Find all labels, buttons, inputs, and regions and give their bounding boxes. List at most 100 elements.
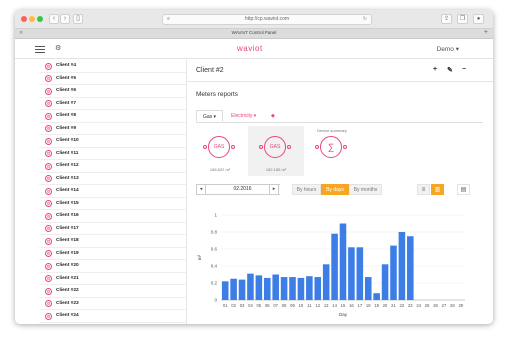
client-icon: ⚙ — [45, 150, 52, 157]
sidebar-item-label: Client #7 — [56, 100, 76, 106]
gear-icon[interactable]: ⚙ — [55, 44, 61, 52]
sidebar-item-client[interactable]: ⚙ Client #16 — [39, 210, 186, 223]
sidebar-item-client[interactable]: ⚙ Client #17 — [39, 223, 186, 235]
edit-icon[interactable]: ✎ — [447, 66, 453, 74]
forward-button[interactable]: › — [60, 14, 70, 24]
client-list: ⚙ Client #4 ⚙ Client #5 ⚙ Client #6 ⚙ Client #7… — [39, 60, 187, 324]
x-tick-label: 19 — [374, 303, 379, 308]
client-icon: ⚙ — [45, 200, 52, 207]
address-bar[interactable]: ≡ http://cp.waviot.com ↻ — [162, 14, 372, 25]
sidebar-item-client[interactable]: ⚙ Client #13 — [39, 173, 186, 185]
gas-meter-icon: GAS — [208, 136, 230, 158]
sidebar-item-client[interactable]: ⚙ Client #10 — [39, 135, 186, 148]
reader-icon[interactable]: ≡ — [167, 15, 170, 24]
reload-icon[interactable]: ↻ — [363, 15, 367, 24]
sidebar-toggle-icon[interactable]: ▯ — [73, 14, 83, 24]
sidebar-item-client[interactable]: ⚙ Client #22 — [39, 285, 186, 298]
extension-icon[interactable]: ● — [473, 14, 484, 24]
maximize-window-button[interactable] — [37, 16, 43, 22]
x-tick-label: 29 — [458, 303, 463, 308]
bar — [272, 274, 279, 300]
sidebar-item-client[interactable]: ⚙ Client #14 — [39, 185, 186, 198]
period-by-days[interactable]: By days — [321, 184, 349, 195]
y-tick-label: 0.6 — [211, 247, 218, 252]
chart-view-icon[interactable]: ▥ — [431, 184, 444, 195]
x-tick-label: 25 — [425, 303, 430, 308]
sidebar-item-label: Client #11 — [56, 150, 79, 156]
meter-connector-icon — [315, 145, 319, 149]
sidebar-item-client[interactable]: ⚙ Client #20 — [39, 260, 186, 273]
next-month-button[interactable]: ▸ — [269, 184, 279, 195]
meter-connector-icon — [259, 145, 263, 149]
sidebar-item-label: Client #20 — [56, 263, 79, 268]
list-view-icon[interactable]: ≡ — [417, 184, 430, 195]
user-menu-dropdown[interactable]: Demo ▾ — [437, 45, 459, 53]
client-icon: ⚙ — [45, 275, 52, 282]
meter-card-2[interactable]: GAS 182,185 m³ — [248, 126, 304, 176]
bar — [297, 277, 305, 300]
sidebar-item-client[interactable]: ⚙ Client #15 — [39, 198, 186, 210]
new-tab-icon[interactable]: + — [484, 29, 488, 36]
client-icon: ⚙ — [45, 187, 52, 195]
sidebar-item-client[interactable]: ⚙ Client #19 — [39, 248, 186, 260]
consumption-chart: 0 0.2 0.4 0.6 0.8 1 01 02 03 04 05 06 07 08 09 10 11 12 13… — [197, 213, 465, 317]
add-resource-icon[interactable]: ◆ — [265, 110, 281, 122]
x-tick-label: 20 — [383, 303, 388, 308]
sidebar-item-client[interactable]: ⚙ Client #5 — [39, 73, 186, 85]
back-button[interactable]: ‹ — [49, 14, 59, 24]
meter-card-1[interactable]: GAS 166,622 m³ — [192, 126, 248, 176]
client-icon: ⚙ — [45, 162, 52, 170]
hamburger-menu-icon[interactable] — [35, 46, 45, 53]
tab-gas[interactable]: Gas ▾ — [196, 110, 224, 122]
meter-card-summary[interactable]: Device summary ∑ — [304, 126, 360, 176]
sidebar-item-client[interactable]: ⚙ Client #24 — [39, 310, 186, 323]
remove-icon[interactable]: − — [462, 66, 466, 73]
tabs-overview-icon[interactable]: ❐ — [457, 14, 468, 24]
client-icon: ⚙ — [45, 100, 52, 107]
add-icon[interactable]: + — [433, 66, 437, 73]
tab-electricity[interactable]: Electricity ▾ — [225, 110, 262, 122]
x-tick-label: 28 — [450, 303, 455, 308]
x-tick-label: 09 — [290, 303, 295, 308]
sidebar-item-client[interactable]: ⚙ Client #23 — [39, 298, 186, 310]
minimize-window-button[interactable] — [29, 16, 35, 22]
export-document-icon[interactable]: ▤ — [457, 184, 470, 195]
sidebar-item-client[interactable]: ⚙ Client #18 — [39, 235, 186, 248]
x-tick-label: 10 — [299, 303, 304, 308]
tab-title[interactable]: WAVIoT Control Panel — [15, 30, 493, 35]
page-title: Client #2 — [196, 67, 224, 74]
client-icon: ⚙ — [45, 125, 52, 132]
x-tick-label: 03 — [240, 303, 245, 308]
bar — [247, 273, 254, 300]
sidebar-item-client[interactable]: ⚙ Client #6 — [39, 85, 186, 98]
x-tick-label: 21 — [391, 303, 396, 308]
x-tick-label: 15 — [341, 303, 346, 308]
close-window-button[interactable] — [21, 16, 27, 22]
device-summary-label: Device summary — [317, 128, 347, 133]
client-icon: ⚙ — [45, 137, 52, 145]
sidebar-item-client[interactable]: ⚙ Client #8 — [39, 110, 186, 123]
sidebar-item-label: Client #18 — [56, 238, 79, 243]
period-by-months[interactable]: By months — [349, 184, 382, 195]
x-tick-label: 08 — [282, 303, 287, 308]
sidebar-item-client[interactable]: ⚙ Client #9 — [39, 123, 186, 135]
bar — [348, 247, 355, 300]
share-icon[interactable]: ⇪ — [441, 14, 452, 24]
sidebar-item-client[interactable]: ⚙ Client #11 — [39, 148, 186, 160]
y-tick-label: 0.8 — [211, 230, 218, 235]
sidebar-item-client[interactable]: ⚙ Client #21 — [39, 273, 186, 285]
client-icon: ⚙ — [45, 300, 52, 307]
client-icon: ⚙ — [45, 262, 52, 270]
sidebar-item-label: Client #16 — [56, 213, 79, 218]
sidebar-item-label: Client #5 — [56, 75, 76, 81]
bar — [289, 277, 296, 300]
sidebar-item-client[interactable]: ⚙ Client #12 — [39, 160, 186, 173]
gas-meter-icon: GAS — [264, 136, 286, 158]
client-icon: ⚙ — [45, 250, 52, 257]
period-by-hours[interactable]: By hours — [292, 184, 321, 195]
bar — [339, 223, 347, 300]
sidebar-item-client[interactable]: ⚙ Client #4 — [39, 60, 186, 73]
client-icon: ⚙ — [45, 225, 52, 232]
sidebar-item-label: Client #14 — [56, 188, 79, 193]
sidebar-item-client[interactable]: ⚙ Client #7 — [39, 98, 186, 110]
